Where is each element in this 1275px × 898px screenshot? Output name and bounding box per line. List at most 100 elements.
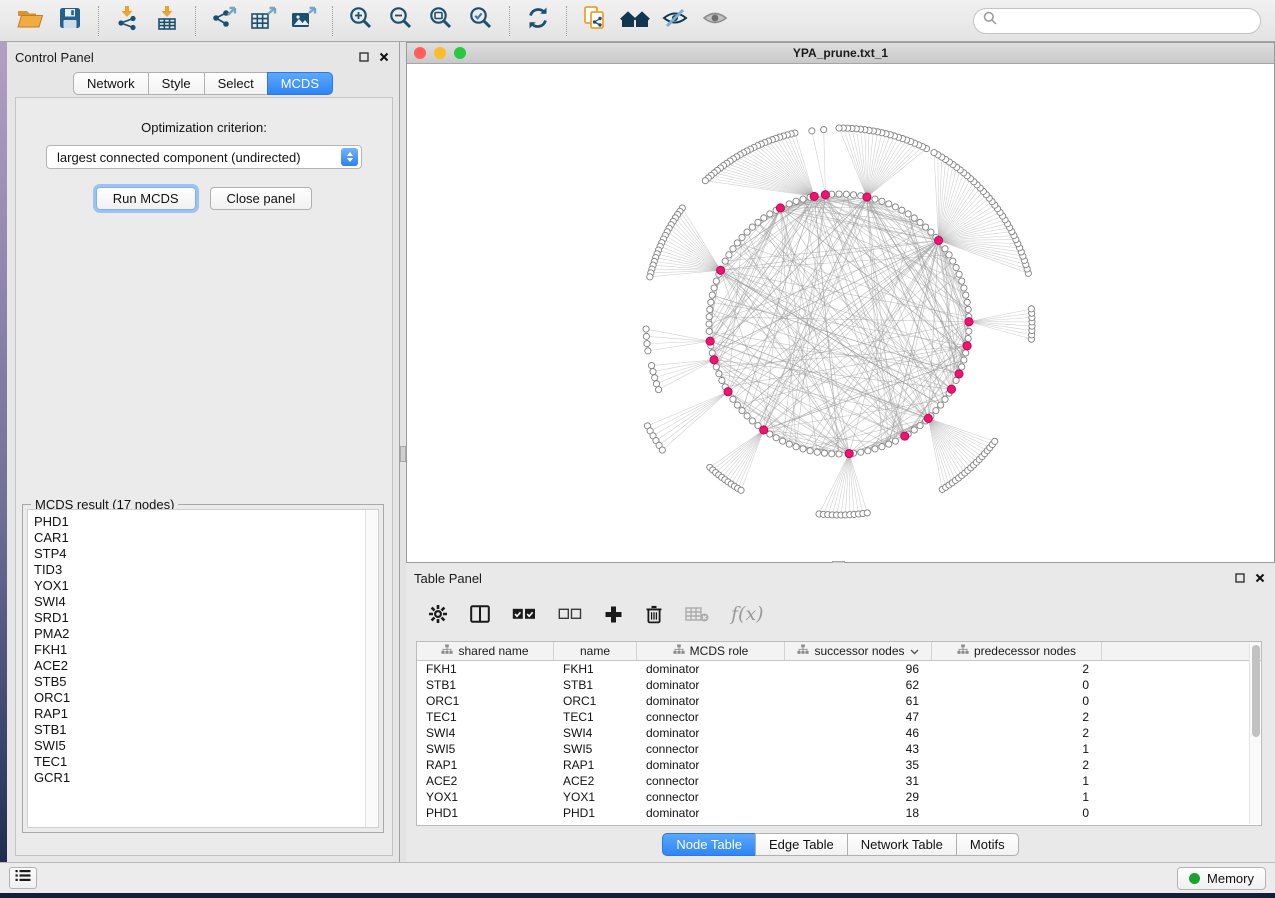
cell-predecessor-nodes[interactable]: 2	[932, 709, 1102, 725]
select-all-checkboxes-icon[interactable]	[512, 608, 536, 620]
cell-MCDS-role[interactable]: connector	[637, 741, 785, 757]
search-input[interactable]	[1003, 13, 1251, 28]
tab-select[interactable]: Select	[204, 72, 268, 95]
cell-shared-name[interactable]: ORC1	[417, 693, 554, 709]
mcds-result-item[interactable]: STB1	[34, 722, 378, 738]
cell-predecessor-nodes[interactable]: 2	[932, 661, 1102, 677]
scrollbar-thumb[interactable]	[1252, 645, 1260, 737]
cell-successor-nodes[interactable]: 46	[785, 725, 932, 741]
mcds-result-item[interactable]: SRD1	[34, 610, 378, 626]
close-panel-icon[interactable]	[1255, 573, 1265, 583]
cell-MCDS-role[interactable]: connector	[637, 789, 785, 805]
cell-successor-nodes[interactable]: 31	[785, 773, 932, 789]
hide-selected-button[interactable]	[655, 3, 695, 39]
import-network-button[interactable]	[107, 3, 147, 39]
cell-name[interactable]: TEC1	[554, 709, 637, 725]
import-table-button[interactable]	[147, 3, 187, 39]
mcds-list-scrollbar[interactable]	[365, 510, 378, 827]
table-row[interactable]: RAP1RAP1dominator352	[417, 757, 1261, 773]
mcds-result-item[interactable]: SWI4	[34, 594, 378, 610]
cell-name[interactable]: YOX1	[554, 789, 637, 805]
column-header-MCDS-role[interactable]: MCDS role	[637, 642, 785, 660]
cell-successor-nodes[interactable]: 47	[785, 709, 932, 725]
first-neighbors-button[interactable]	[615, 3, 655, 39]
tab-edge-table[interactable]: Edge Table	[755, 833, 848, 856]
cell-name[interactable]: SWI5	[554, 741, 637, 757]
zoom-selected-button[interactable]	[461, 3, 501, 39]
cell-shared-name[interactable]: YOX1	[417, 789, 554, 805]
cell-shared-name[interactable]: PHD1	[417, 805, 554, 821]
cell-predecessor-nodes[interactable]: 0	[932, 693, 1102, 709]
delete-columns-icon[interactable]	[645, 604, 663, 624]
cell-name[interactable]: ORC1	[554, 693, 637, 709]
cell-successor-nodes[interactable]: 18	[785, 805, 932, 821]
table-scrollbar[interactable]	[1249, 643, 1260, 824]
deselect-all-checkboxes-icon[interactable]	[558, 608, 582, 620]
table-row[interactable]: ACE2ACE2connector311	[417, 773, 1261, 789]
cell-shared-name[interactable]: ACE2	[417, 773, 554, 789]
cell-successor-nodes[interactable]: 62	[785, 677, 932, 693]
tab-node-table[interactable]: Node Table	[662, 833, 756, 856]
zoom-in-button[interactable]	[341, 3, 381, 39]
mcds-result-item[interactable]: CAR1	[34, 530, 378, 546]
table-row[interactable]: SWI4SWI4dominator462	[417, 725, 1261, 741]
mcds-result-item[interactable]: SWI5	[34, 738, 378, 754]
cell-MCDS-role[interactable]: connector	[637, 709, 785, 725]
cell-successor-nodes[interactable]: 43	[785, 741, 932, 757]
mcds-result-item[interactable]: TID3	[34, 562, 378, 578]
cell-shared-name[interactable]: TEC1	[417, 709, 554, 725]
cell-predecessor-nodes[interactable]: 1	[932, 741, 1102, 757]
table-row[interactable]: PHD1PHD1dominator180	[417, 805, 1261, 821]
table-row[interactable]: TEC1TEC1connector472	[417, 709, 1261, 725]
refresh-view-button[interactable]	[518, 3, 558, 39]
cell-successor-nodes[interactable]: 35	[785, 757, 932, 773]
mcds-result-list[interactable]: PHD1CAR1STP4TID3YOX1SWI4SRD1PMA2FKH1ACE2…	[27, 509, 379, 828]
show-column-icon[interactable]	[470, 605, 490, 623]
zoom-fit-button[interactable]	[421, 3, 461, 39]
cell-name[interactable]: PHD1	[554, 805, 637, 821]
tab-style[interactable]: Style	[148, 72, 205, 95]
table-row[interactable]: STB1STB1dominator620	[417, 677, 1261, 693]
run-mcds-button[interactable]: Run MCDS	[96, 187, 196, 210]
cell-predecessor-nodes[interactable]: 2	[932, 725, 1102, 741]
cell-MCDS-role[interactable]: dominator	[637, 677, 785, 693]
save-session-button[interactable]	[50, 3, 90, 39]
close-panel-button[interactable]: Close panel	[210, 187, 313, 210]
mcds-result-item[interactable]: ORC1	[34, 690, 378, 706]
cell-MCDS-role[interactable]: dominator	[637, 725, 785, 741]
cell-MCDS-role[interactable]: connector	[637, 773, 785, 789]
tab-mcds[interactable]: MCDS	[267, 72, 333, 95]
mcds-result-item[interactable]: FKH1	[34, 642, 378, 658]
network-graph[interactable]	[407, 64, 1274, 562]
cell-MCDS-role[interactable]: dominator	[637, 693, 785, 709]
mcds-result-item[interactable]: PMA2	[34, 626, 378, 642]
float-panel-icon[interactable]	[359, 52, 369, 62]
cell-shared-name[interactable]: STB1	[417, 677, 554, 693]
export-image-button[interactable]	[284, 3, 324, 39]
network-view-titlebar[interactable]: YPA_prune.txt_1	[407, 43, 1274, 64]
mcds-result-item[interactable]: ACE2	[34, 658, 378, 674]
cell-successor-nodes[interactable]: 61	[785, 693, 932, 709]
table-row[interactable]: FKH1FKH1dominator962	[417, 661, 1261, 677]
mcds-result-item[interactable]: STP4	[34, 546, 378, 562]
new-network-from-selection-button[interactable]	[575, 3, 615, 39]
column-header-name[interactable]: name	[554, 642, 637, 660]
table-options-gear-icon[interactable]	[428, 604, 448, 624]
export-network-button[interactable]	[204, 3, 244, 39]
create-new-column-icon[interactable]	[604, 605, 623, 624]
open-file-button[interactable]	[10, 3, 50, 39]
table-row[interactable]: ORC1ORC1dominator610	[417, 693, 1261, 709]
cell-shared-name[interactable]: SWI5	[417, 741, 554, 757]
cell-predecessor-nodes[interactable]: 0	[932, 805, 1102, 821]
criterion-select[interactable]: largest connected component (undirected)	[46, 145, 362, 169]
column-header-shared-name[interactable]: shared name	[417, 642, 554, 660]
export-table-button[interactable]	[244, 3, 284, 39]
table-row[interactable]: YOX1YOX1connector291	[417, 789, 1261, 805]
cell-successor-nodes[interactable]: 29	[785, 789, 932, 805]
zoom-out-button[interactable]	[381, 3, 421, 39]
cell-shared-name[interactable]: RAP1	[417, 757, 554, 773]
cell-name[interactable]: FKH1	[554, 661, 637, 677]
tab-network-table[interactable]: Network Table	[847, 833, 957, 856]
cell-MCDS-role[interactable]: dominator	[637, 805, 785, 821]
tab-network[interactable]: Network	[73, 72, 149, 95]
